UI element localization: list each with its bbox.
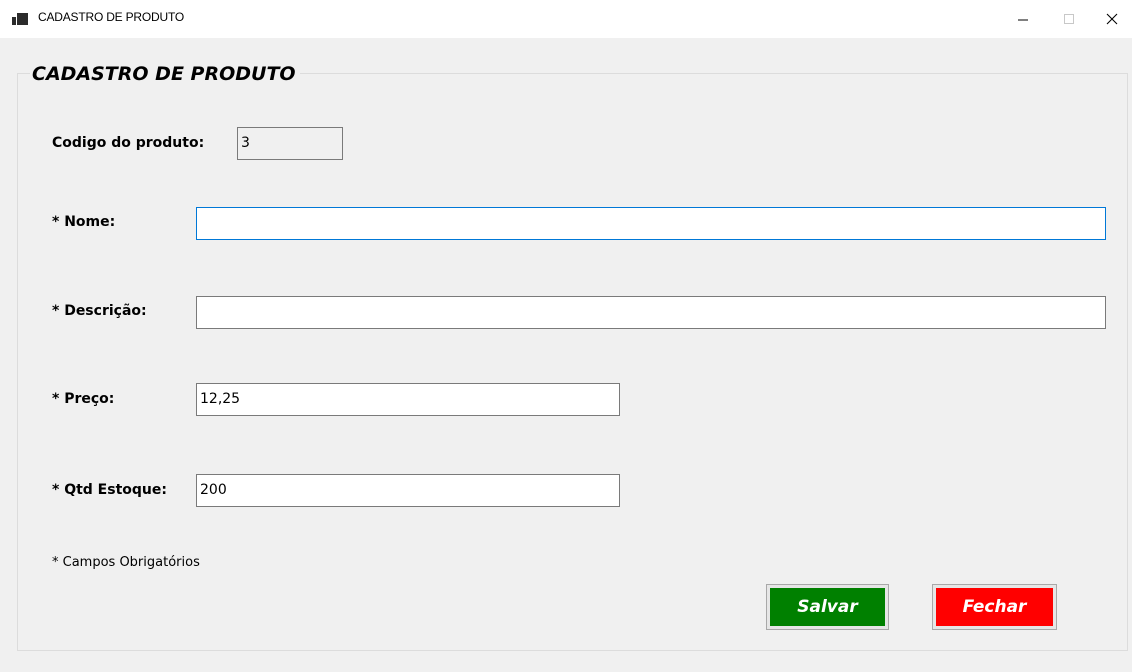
descricao-input[interactable] [196, 296, 1106, 329]
save-button[interactable]: Salvar [766, 584, 889, 630]
form-group-title: CADASTRO DE PRODUTO [30, 60, 300, 88]
title-bar: CADASTRO DE PRODUTO [0, 0, 1132, 38]
maximize-icon [1064, 14, 1074, 24]
descricao-label: * Descrição: [52, 303, 147, 319]
close-form-button[interactable]: Fechar [932, 584, 1057, 630]
nome-input[interactable] [196, 207, 1106, 240]
close-window-button[interactable] [1092, 0, 1132, 38]
codigo-field: 3 [237, 127, 343, 160]
qtd-estoque-label: * Qtd Estoque: [52, 482, 167, 498]
qtd-estoque-input[interactable]: 200 [196, 474, 620, 507]
maximize-button[interactable] [1046, 0, 1092, 38]
codigo-label: Codigo do produto: [52, 135, 205, 151]
preco-label: * Preço: [52, 391, 115, 407]
window-title: CADASTRO DE PRODUTO [38, 10, 184, 24]
save-button-label: Salvar [770, 588, 885, 626]
app-window-icon [12, 13, 28, 25]
required-fields-note: * Campos Obrigatórios [52, 555, 200, 570]
nome-label: * Nome: [52, 214, 116, 230]
close-icon [1106, 13, 1118, 25]
minimize-icon [1018, 19, 1028, 21]
preco-input[interactable]: 12,25 [196, 383, 620, 416]
minimize-button[interactable] [1000, 0, 1046, 38]
close-form-button-label: Fechar [936, 588, 1053, 626]
